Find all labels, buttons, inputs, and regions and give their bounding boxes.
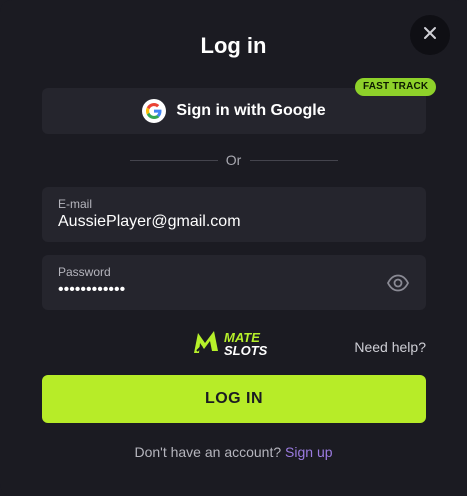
divider-right: [250, 160, 338, 161]
logo-line-slots: SLOTS: [224, 343, 268, 358]
login-modal: Log in Sign in with Google FAST TRACK Or…: [0, 0, 467, 496]
google-signin-label: Sign in with Google: [176, 102, 326, 119]
need-help-link[interactable]: Need help?: [354, 339, 426, 355]
signup-prompt: Don't have an account? Sign up: [0, 444, 467, 460]
login-button-label: LOG IN: [204, 390, 264, 407]
email-field[interactable]: E-mail AussiePlayer@gmail.com: [42, 187, 426, 242]
login-button[interactable]: LOG IN: [42, 375, 426, 423]
signup-prompt-text: Don't have an account?: [134, 444, 282, 460]
signup-link[interactable]: Sign up: [285, 444, 332, 460]
divider-or: Or: [225, 152, 242, 168]
password-input[interactable]: ••••••••••••: [58, 281, 125, 299]
google-icon: [142, 99, 167, 123]
eye-icon[interactable]: [386, 271, 410, 295]
email-label: E-mail: [58, 197, 93, 211]
password-label: Password: [58, 265, 111, 279]
email-input[interactable]: AussiePlayer@gmail.com: [58, 213, 241, 231]
mateslots-emblem-icon: [192, 327, 220, 362]
mateslots-logo: MATE SLOTS: [192, 327, 276, 361]
page-title: Log in: [200, 33, 267, 58]
fast-track-badge: FAST TRACK: [355, 78, 437, 96]
password-field[interactable]: Password ••••••••••••: [42, 255, 426, 310]
